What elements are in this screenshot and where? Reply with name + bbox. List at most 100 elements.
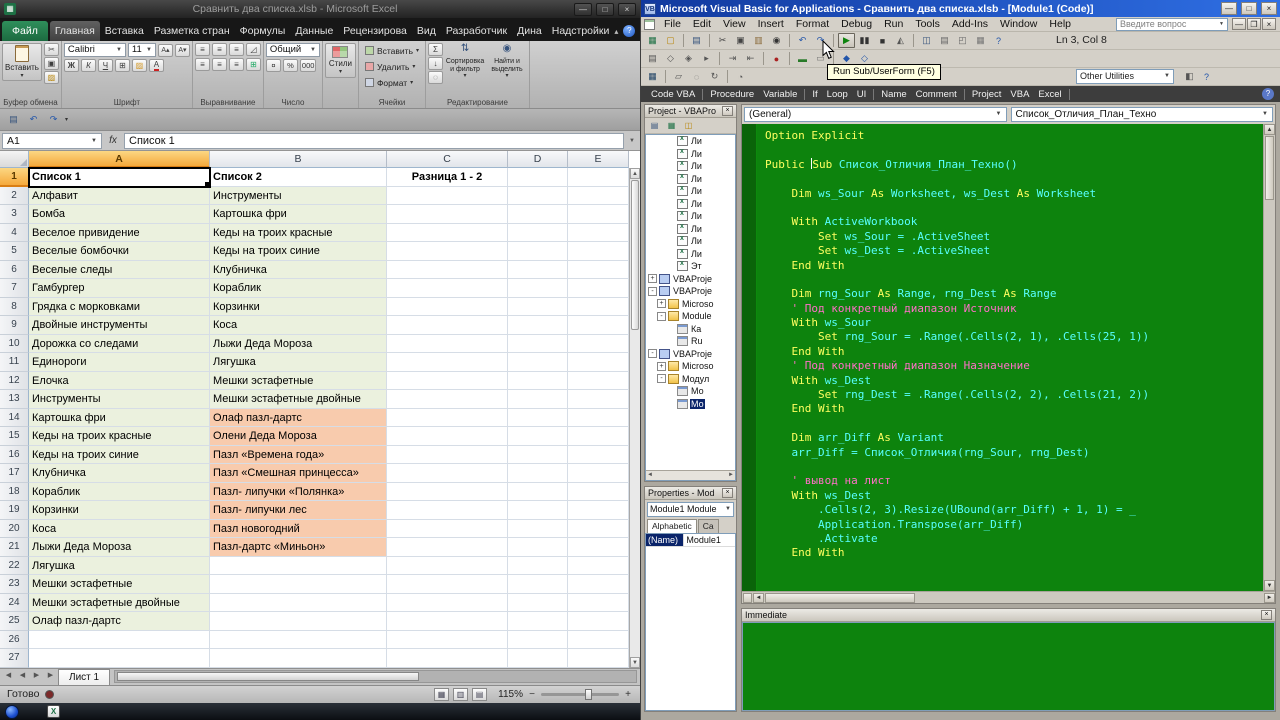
- find-select-button[interactable]: ◉ Найти и выделить ▾: [487, 43, 527, 83]
- collapse-icon[interactable]: -: [648, 286, 657, 296]
- view-code-icon[interactable]: ▤: [647, 119, 662, 132]
- cell-B2[interactable]: Инструменты: [210, 186, 387, 205]
- codebar-item[interactable]: VBA: [1006, 89, 1033, 100]
- insert-function-icon[interactable]: fx: [104, 135, 122, 146]
- project-explorer-icon[interactable]: ◫: [918, 33, 935, 48]
- number-format-icon[interactable]: 000: [299, 59, 317, 72]
- toggle-folders-icon[interactable]: ◫: [681, 119, 696, 132]
- code-line[interactable]: With ws_Dest: [765, 374, 1263, 388]
- cell-B13[interactable]: Мешки эстафетные двойные: [210, 390, 387, 409]
- excel-taskbar-icon[interactable]: X: [47, 705, 60, 718]
- merge-center-icon[interactable]: [245, 58, 261, 71]
- cell-E17[interactable]: [568, 464, 629, 483]
- cell-E14[interactable]: [568, 408, 629, 427]
- cell-E21[interactable]: [568, 538, 629, 557]
- insert-userform-icon[interactable]: ▢: [662, 33, 679, 48]
- zoom-in-icon[interactable]: +: [623, 689, 633, 700]
- cell-E12[interactable]: [568, 371, 629, 390]
- code-hscroll-thumb[interactable]: [765, 592, 915, 603]
- scroll-down-icon[interactable]: ▼: [630, 656, 640, 668]
- cell-B16[interactable]: Пазл «Времена года»: [210, 445, 387, 464]
- code-scroll-down-icon[interactable]: ▼: [1264, 580, 1275, 591]
- column-header-C[interactable]: C: [387, 151, 508, 168]
- child-restore-button[interactable]: ❐: [1247, 18, 1261, 30]
- project-tree-item[interactable]: Ли: [646, 148, 735, 161]
- code-line[interactable]: Set rng_Sour = .Range(.Cells(2, 1), .Cel…: [765, 330, 1263, 344]
- cell-A20[interactable]: Коса: [29, 519, 210, 538]
- code-line[interactable]: Public Sub Список_Отличия_План_Техно(): [765, 157, 1263, 172]
- project-tree-item[interactable]: Ли: [646, 173, 735, 186]
- cell-E1[interactable]: [568, 168, 629, 187]
- menu-edit[interactable]: Edit: [687, 18, 717, 30]
- cell-A17[interactable]: Клубничка: [29, 464, 210, 483]
- code-margin[interactable]: [742, 124, 757, 591]
- normal-view-icon[interactable]: ▦: [434, 687, 449, 701]
- cell-E8[interactable]: [568, 297, 629, 316]
- ribbon-tab[interactable]: Разработчик: [441, 21, 512, 41]
- cell-B1[interactable]: Список 2: [210, 168, 387, 187]
- cell-D26[interactable]: [508, 630, 568, 649]
- ribbon-collapse-icon[interactable]: [614, 27, 618, 36]
- undo-icon[interactable]: ↶: [25, 112, 42, 127]
- code-horizontal-scrollbar[interactable]: ◄ ►: [742, 591, 1275, 603]
- code-line[interactable]: With ws_Dest: [765, 489, 1263, 503]
- cell-C13[interactable]: [387, 390, 508, 409]
- cell-E5[interactable]: [568, 242, 629, 261]
- row-header-21[interactable]: 21: [0, 538, 29, 557]
- menu-format[interactable]: Format: [790, 18, 835, 30]
- align-center-icon[interactable]: [211, 58, 227, 71]
- row-header-23[interactable]: 23: [0, 575, 29, 594]
- cell-E15[interactable]: [568, 427, 629, 446]
- cell-A7[interactable]: Гамбургер: [29, 279, 210, 298]
- cell-D2[interactable]: [508, 186, 568, 205]
- project-tree-item[interactable]: Ли: [646, 185, 735, 198]
- project-tree-item[interactable]: Мо: [646, 398, 735, 411]
- cell-E9[interactable]: [568, 316, 629, 335]
- property-row[interactable]: (Name) Module1: [646, 534, 735, 547]
- project-tree-item[interactable]: - Модул: [646, 373, 735, 386]
- cell-C11[interactable]: [387, 353, 508, 372]
- row-header-18[interactable]: 18: [0, 482, 29, 501]
- cell-B8[interactable]: Корзинки: [210, 297, 387, 316]
- child-close-button[interactable]: ×: [1262, 18, 1276, 30]
- cell-B24[interactable]: [210, 593, 387, 612]
- copy-icon[interactable]: ▣: [732, 33, 749, 48]
- align-right-icon[interactable]: [228, 58, 244, 71]
- sheet-tab[interactable]: Лист 1: [58, 668, 111, 685]
- properties-object-select[interactable]: Module1 Module: [647, 502, 734, 517]
- snippet-icon[interactable]: ▱: [670, 69, 687, 84]
- project-tree-item[interactable]: Ru: [646, 335, 735, 348]
- immediate-input-area[interactable]: [742, 622, 1275, 711]
- cell-A4[interactable]: Веселое привидение: [29, 223, 210, 242]
- number-format-select[interactable]: Общий: [265, 43, 320, 57]
- styles-button[interactable]: Стили ▾: [324, 43, 356, 78]
- cell-E16[interactable]: [568, 445, 629, 464]
- code-line[interactable]: arr_Diff = Список_Отличия(rng_Sour, rng_…: [765, 446, 1263, 460]
- column-header-A[interactable]: A: [29, 151, 210, 168]
- row-header-11[interactable]: 11: [0, 353, 29, 372]
- row-header-20[interactable]: 20: [0, 519, 29, 538]
- cell-B7[interactable]: Кораблик: [210, 279, 387, 298]
- cell-C5[interactable]: [387, 242, 508, 261]
- reset-icon[interactable]: ■: [874, 33, 891, 48]
- cell-B6[interactable]: Клубничка: [210, 260, 387, 279]
- cell-D7[interactable]: [508, 279, 568, 298]
- code-line[interactable]: End With: [765, 345, 1263, 359]
- code-line[interactable]: End With: [765, 402, 1263, 416]
- cell-C18[interactable]: [387, 482, 508, 501]
- zoom-out-icon[interactable]: −: [527, 689, 537, 700]
- cell-D15[interactable]: [508, 427, 568, 446]
- underline-button[interactable]: Ч: [97, 59, 113, 72]
- object-browser-icon[interactable]: ◰: [954, 33, 971, 48]
- page-break-view-icon[interactable]: ▤: [472, 687, 487, 701]
- prev-sheet-icon[interactable]: ◀: [16, 670, 29, 683]
- codebar-item[interactable]: Name: [877, 89, 910, 100]
- row-header-8[interactable]: 8: [0, 297, 29, 316]
- cell-E13[interactable]: [568, 390, 629, 409]
- row-header-24[interactable]: 24: [0, 593, 29, 612]
- cell-A10[interactable]: Дорожка со следами: [29, 334, 210, 353]
- start-button[interactable]: [5, 704, 19, 719]
- formula-input[interactable]: Список 1: [124, 132, 624, 149]
- cell-D10[interactable]: [508, 334, 568, 353]
- cell-B26[interactable]: [210, 630, 387, 649]
